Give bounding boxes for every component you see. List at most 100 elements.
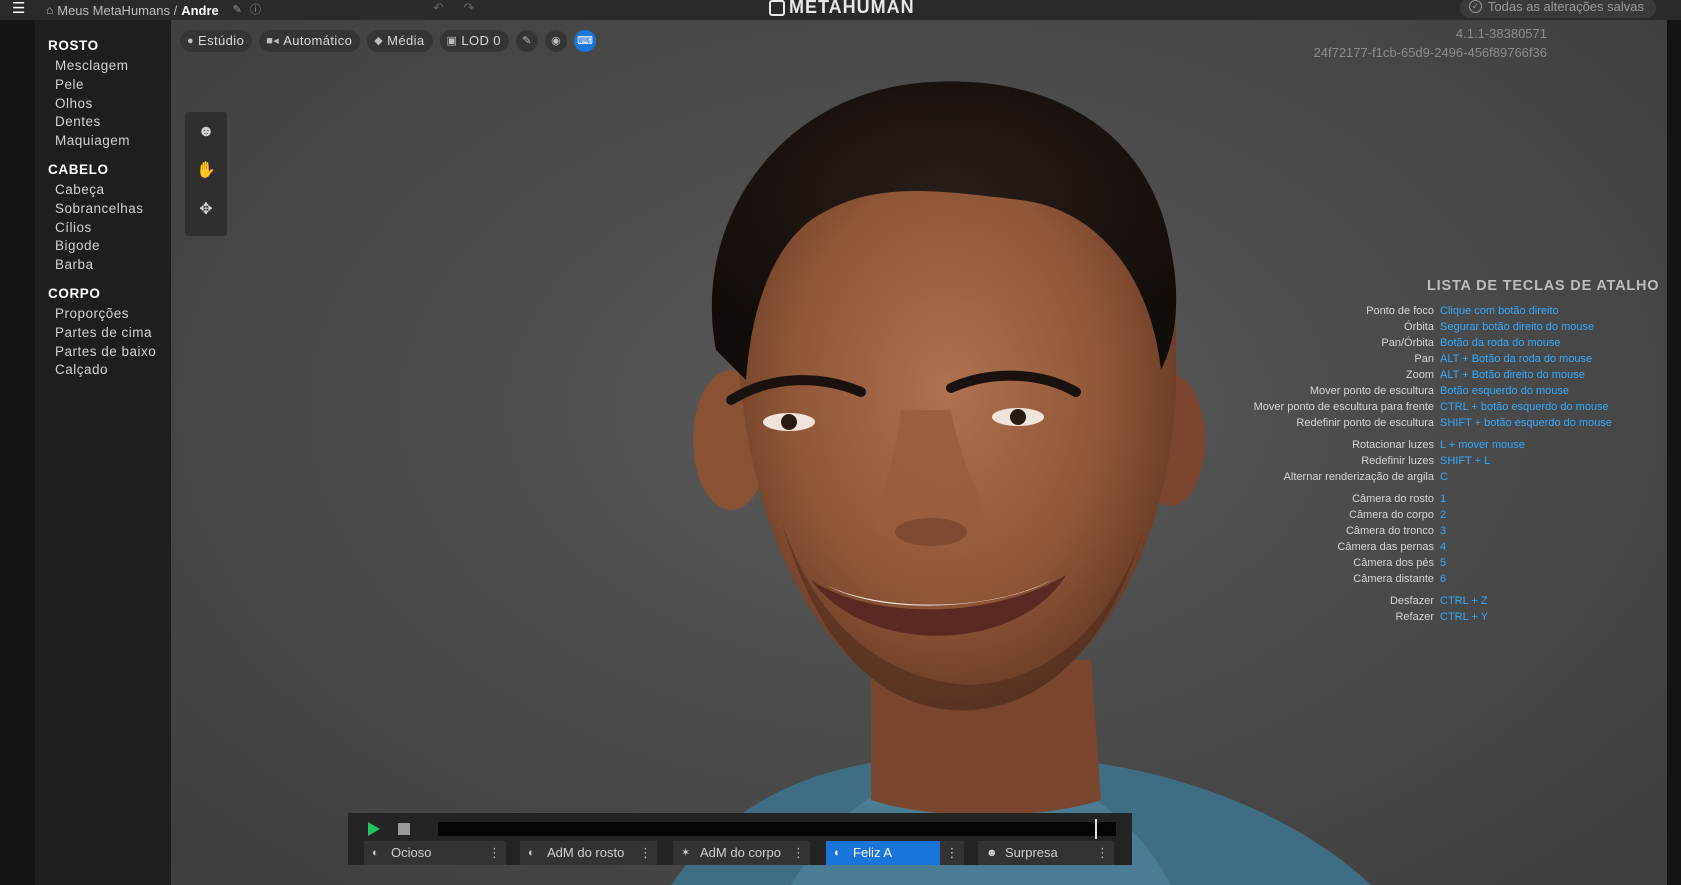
timeline-track[interactable] (438, 822, 1116, 836)
shortcut-key: Botão esquerdo do mouse (1440, 385, 1570, 397)
3d-viewport[interactable]: ● Estúdio ■◂ Automático ◆ Média ▣ LOD 0 … (171, 20, 1667, 885)
sidebar-item-dentes[interactable]: Dentes (55, 113, 171, 132)
anim-feliz-a[interactable]: ◐ Feliz A (826, 841, 940, 865)
quality-medium-button[interactable]: ◆ Média (367, 30, 433, 52)
body-anim-icon: ✶ (681, 847, 691, 859)
shortcut-key: C (1440, 471, 1448, 483)
face-tool-icon[interactable]: ☻ (185, 112, 227, 151)
stop-icon[interactable] (398, 823, 410, 835)
shortcut-row: Câmera dos pés 5 (1241, 557, 1661, 573)
anim-ocioso[interactable]: ◐ Ocioso ⋮ (364, 841, 506, 865)
anim-adm-do-corpo[interactable]: ✶ AdM do corpo ⋮ (673, 841, 810, 865)
playhead-marker[interactable] (1094, 819, 1097, 839)
shortcut-key: CTRL + Z (1440, 595, 1488, 607)
sidebar-section-corpo[interactable]: CORPO (48, 286, 171, 305)
shortcut-action: Redefinir luzes (1361, 455, 1434, 467)
animation-timeline: ◐ Ocioso ⋮ ◐ AdM do rosto ⋮ ✶ AdM do cor… (348, 813, 1132, 865)
shortcut-key: CTRL + Y (1440, 611, 1488, 623)
sidebar-item-olhos[interactable]: Olhos (55, 95, 171, 114)
sidebar: ROSTO Mesclagem Pele Olhos Dentes Maquia… (35, 20, 171, 885)
shortcut-row: Câmera do corpo 2 (1241, 509, 1661, 525)
lod-button[interactable]: ▣ LOD 0 (439, 30, 509, 52)
shortcut-key: SHIFT + botão esquerdo do mouse (1440, 417, 1612, 429)
metahuman-logo: METAHUMAN (769, 0, 915, 18)
version-info: 4.1.1-38380571 24f72177-f1cb-65d9-2496-4… (1314, 24, 1547, 62)
top-bar: ☰ ⌂ Meus MetaHumans / Andre ✎ ⓘ ↶ ↷ META… (0, 0, 1681, 20)
save-status-text: Todas as alterações salvas (1487, 0, 1644, 14)
shortcut-row: Desfazer CTRL + Z (1241, 595, 1661, 611)
shortcut-key: L + mover mouse (1440, 439, 1525, 451)
play-icon[interactable] (368, 822, 380, 836)
shortcut-row: Ponto de foco Clique com botão direito (1241, 305, 1661, 321)
shortcut-row: Mover ponto de escultura Botão esquerdo d… (1241, 385, 1661, 401)
shortcut-action: Câmera dos pés (1353, 557, 1434, 569)
more-options-icon[interactable]: ⋮ (946, 845, 959, 860)
anim-feliz-a-options[interactable]: ⋮ (940, 841, 964, 865)
right-edge (1667, 20, 1681, 885)
anim-adm-do-rosto[interactable]: ◐ AdM do rosto ⋮ (520, 841, 657, 865)
cube-icon: ▣ (446, 35, 458, 47)
shortcut-row: Mover ponto de escultura para frente CTRL… (1241, 401, 1661, 417)
sidebar-item-mesclagem[interactable]: Mesclagem (55, 57, 171, 76)
redo-icon[interactable]: ↷ (464, 0, 475, 15)
shortcut-row: Alternar renderização de argila C (1241, 471, 1661, 487)
more-options-icon[interactable]: ⋮ (1096, 841, 1109, 865)
shortcut-row: Câmera das pernas 4 (1241, 541, 1661, 557)
anim-label: Surpresa (1005, 845, 1058, 860)
camera-icon: ■◂ (266, 35, 280, 47)
shortcut-key: ALT + Botão da roda do mouse (1440, 353, 1593, 365)
shortcut-key: CTRL + botão esquerdo do mouse (1440, 401, 1609, 413)
shortcut-action: Câmera do corpo (1349, 509, 1434, 521)
shortcut-action: Redefinir ponto de escultura (1296, 417, 1434, 429)
anim-surpresa[interactable]: ☻ Surpresa ⋮ (978, 841, 1114, 865)
sidebar-item-bigode[interactable]: Bigode (55, 237, 171, 256)
more-options-icon[interactable]: ⋮ (792, 841, 805, 865)
clay-sphere-icon[interactable]: ◉ (544, 30, 567, 52)
home-icon[interactable]: ⌂ (46, 3, 53, 18)
anim-label: AdM do rosto (547, 845, 625, 860)
sidebar-item-cabeca[interactable]: Cabeça (55, 181, 171, 200)
move-tool-icon[interactable]: ✥ (185, 190, 227, 229)
shortcut-key: Segurar botão direito do mouse (1440, 321, 1595, 333)
shortcut-action: Refazer (1395, 611, 1434, 623)
shortcut-action: Câmera do tronco (1345, 525, 1434, 537)
anim-label: Feliz A (853, 845, 893, 860)
sidebar-item-sobrancelhas[interactable]: Sobrancelhas (55, 200, 171, 219)
rename-pencil-icon[interactable]: ✎ (233, 3, 242, 18)
brush-icon[interactable]: ✎ (515, 30, 538, 52)
lighting-studio-button[interactable]: ● Estúdio (180, 30, 253, 52)
sidebar-item-maquiagem[interactable]: Maquiagem (55, 132, 171, 151)
shortcut-action: Órbita (1404, 321, 1434, 333)
shortcut-row: Pan ALT + Botão da roda do mouse (1241, 353, 1661, 369)
sidebar-item-partes-de-cima[interactable]: Partes de cima (55, 324, 171, 343)
sidebar-section-rosto[interactable]: ROSTO (48, 38, 171, 57)
keyboard-shortcuts-icon[interactable]: ⌨ (573, 30, 596, 52)
sidebar-item-partes-de-baixo[interactable]: Partes de baixo (55, 343, 171, 362)
shortcut-key: 1 (1440, 493, 1447, 505)
sidebar-item-proporcoes[interactable]: Proporções (55, 305, 171, 324)
shortcut-action: Câmera distante (1353, 573, 1434, 585)
undo-icon[interactable]: ↶ (433, 0, 444, 15)
shortcut-row: Redefinir luzes SHIFT + L (1241, 455, 1661, 471)
info-icon[interactable]: ⓘ (250, 3, 261, 18)
diamond-icon: ◆ (374, 35, 384, 47)
breadcrumb-root[interactable]: Meus MetaHumans / (57, 3, 177, 18)
sculpt-hand-icon[interactable]: ✋ (185, 151, 227, 190)
shortcuts-title: LISTA DE TECLAS DE ATALHO (1427, 278, 1660, 294)
sidebar-item-pele[interactable]: Pele (55, 76, 171, 95)
shortcut-row: Órbita Segurar botão direito do mouse (1241, 321, 1661, 337)
sidebar-item-calcado[interactable]: Calçado (55, 361, 171, 380)
shortcut-key: 3 (1440, 525, 1447, 537)
hamburger-menu-icon[interactable]: ☰ (12, 1, 26, 16)
sidebar-section-cabelo[interactable]: CABELO (48, 162, 171, 181)
camera-auto-button[interactable]: ■◂ Automático (259, 30, 361, 52)
shortcut-row: Refazer CTRL + Y (1241, 611, 1661, 627)
sidebar-item-cilios[interactable]: Cílios (55, 219, 171, 238)
shortcut-key: 5 (1440, 557, 1447, 569)
more-options-icon[interactable]: ⋮ (639, 841, 652, 865)
shortcut-row: Redefinir ponto de escultura SHIFT + botã… (1241, 417, 1661, 433)
undo-redo-group: ↶ ↷ (433, 0, 490, 16)
more-options-icon[interactable]: ⋮ (488, 841, 501, 865)
surprise-face-icon: ☻ (986, 847, 998, 859)
sidebar-item-barba[interactable]: Barba (55, 256, 171, 275)
